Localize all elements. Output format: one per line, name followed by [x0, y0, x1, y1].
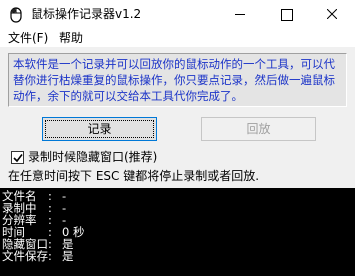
window-title: 鼠标操作记录器v1.2	[31, 7, 142, 21]
status-line-file-save: 文件保存: 是	[2, 249, 74, 263]
esc-hint: 在任意时间按下 ESC 键都将停止录制或者回放.	[8, 169, 260, 183]
description-text: 本软件是一个记录并可以回放你的鼠标动作的一个工具，可以代替你进行枯燥重复的鼠标操…	[8, 53, 347, 107]
replay-button[interactable]: 回放	[201, 117, 316, 141]
maximize-button[interactable]	[263, 0, 309, 29]
mouse-app-icon	[8, 7, 24, 23]
menu-help[interactable]: 帮助	[59, 30, 83, 46]
record-button[interactable]: 记录	[42, 117, 157, 141]
status-value: 是	[62, 249, 74, 263]
menu-bar: 文件(F) 帮助	[0, 29, 355, 48]
hide-window-checkbox[interactable]	[11, 151, 24, 164]
checkmark-icon	[13, 154, 23, 163]
status-console: 文件名: - 录制中: - 分辨率: - 时间:0 秒 隐藏窗口: 是 文件保存: 是	[0, 188, 355, 276]
status-key: 文件保存	[2, 249, 48, 263]
menu-file[interactable]: 文件(F)	[8, 30, 48, 46]
close-button[interactable]	[309, 0, 355, 29]
title-bar[interactable]: 鼠标操作记录器v1.2	[0, 0, 355, 29]
close-icon	[327, 9, 337, 19]
hide-window-label: 录制时候隐藏窗口(推荐)	[28, 150, 158, 164]
minimize-button[interactable]	[217, 0, 263, 29]
